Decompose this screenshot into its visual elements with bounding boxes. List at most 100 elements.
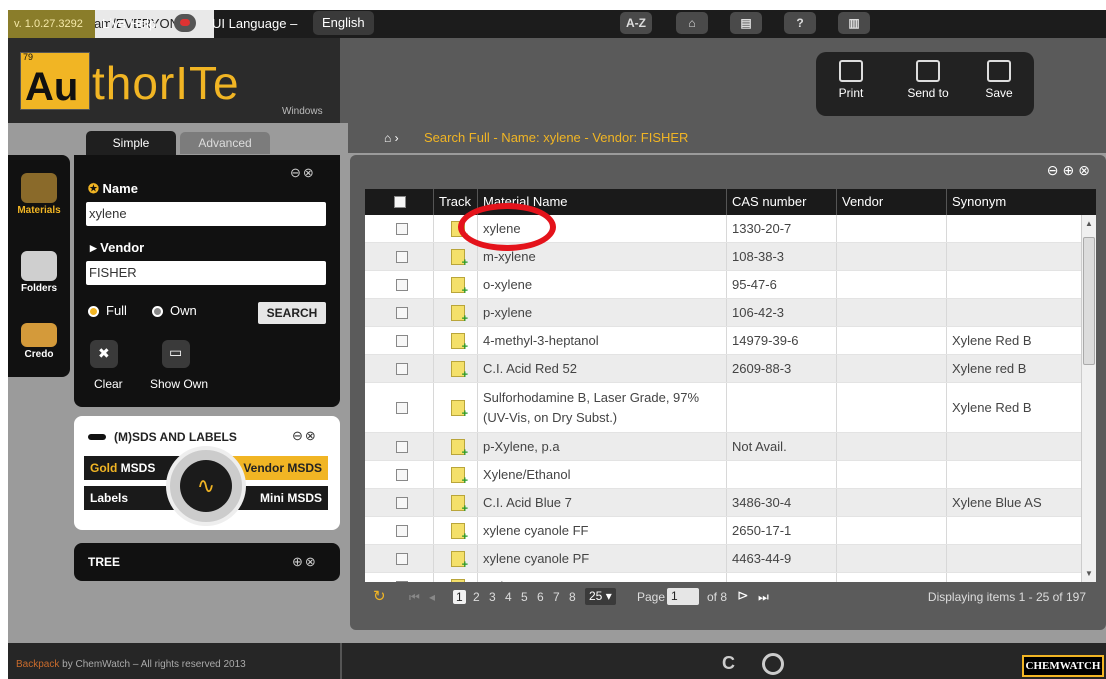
table-row[interactable]: Xylene/Ethanol: [365, 461, 1081, 489]
track-icon[interactable]: [451, 332, 468, 353]
collapse-icon[interactable]: [88, 434, 106, 440]
track-icon[interactable]: [451, 304, 468, 325]
row-checkbox[interactable]: [395, 552, 408, 565]
notes-icon[interactable]: ▤: [730, 12, 762, 34]
track-icon[interactable]: [451, 276, 468, 297]
row-checkbox[interactable]: [395, 222, 408, 235]
tab-advanced[interactable]: Advanced: [180, 132, 270, 154]
search-button[interactable]: SEARCH: [258, 302, 326, 324]
page-size-select[interactable]: 25 ▾: [585, 588, 616, 605]
row-checkbox[interactable]: [395, 524, 408, 537]
radio-own[interactable]: [152, 306, 163, 317]
table-row[interactable]: o-xylene 95-47-6: [365, 271, 1081, 299]
tab-simple[interactable]: Simple: [86, 131, 176, 155]
page-link[interactable]: 5: [521, 590, 528, 604]
scroll-thumb[interactable]: [1083, 237, 1095, 365]
sidebar-item-materials[interactable]: Materials: [8, 173, 70, 216]
next-page-icon[interactable]: ⊳: [737, 587, 749, 604]
show-own-label[interactable]: Show Own: [150, 377, 208, 391]
scroll-down-icon[interactable]: ▼: [1085, 569, 1093, 578]
sidebar-item-credo[interactable]: Credo: [8, 323, 70, 360]
row-checkbox[interactable]: [395, 362, 408, 375]
row-checkbox[interactable]: [395, 468, 408, 481]
table-row[interactable]: xylene cyanole FF 2650-17-1: [365, 517, 1081, 545]
table-row[interactable]: Sulforhodamine B, Laser Grade, 97% (UV-V…: [365, 383, 1081, 433]
tree-panel-controls[interactable]: ⊕⊗: [292, 554, 318, 570]
table-row[interactable]: 4-methyl-3-heptanol 14979-39-6 Xylene Red …: [365, 327, 1081, 355]
table-row[interactable]: C.I. Acid Blue 7 3486-30-4 Xylene Blue AS: [365, 489, 1081, 517]
vertical-scrollbar[interactable]: ▲ ▼: [1081, 215, 1096, 582]
first-page-icon[interactable]: ⏮: [409, 590, 420, 605]
row-checkbox[interactable]: [395, 496, 408, 509]
vendor-input[interactable]: FISHER: [86, 261, 326, 285]
page-link[interactable]: 6: [537, 590, 544, 604]
table-row[interactable]: m-xylene 108-38-3: [365, 243, 1081, 271]
cell-material-name[interactable]: C.I. Acid Red 52: [477, 355, 726, 382]
msds-panel-controls[interactable]: ⊖⊗: [292, 428, 318, 444]
page-input[interactable]: 1: [667, 588, 699, 605]
cell-material-name[interactable]: Xylene/Ethanol: [477, 461, 726, 488]
cell-material-name[interactable]: p-Xylene, p.a: [477, 433, 726, 460]
page-link[interactable]: 7: [553, 590, 560, 604]
row-checkbox[interactable]: [395, 278, 408, 291]
cell-material-name[interactable]: xylene cyanole PF: [477, 545, 726, 572]
clear-label[interactable]: Clear: [94, 377, 123, 391]
row-checkbox[interactable]: [395, 401, 408, 414]
grid-panel-controls[interactable]: ⊖⊕⊗: [1047, 162, 1094, 179]
book-icon[interactable]: ▥: [838, 12, 870, 34]
track-icon[interactable]: [451, 522, 468, 543]
row-checkbox[interactable]: [395, 334, 408, 347]
radio-full[interactable]: [88, 306, 99, 317]
scroll-up-icon[interactable]: ▲: [1085, 219, 1093, 228]
show-own-icon[interactable]: ▭: [162, 340, 190, 368]
track-icon[interactable]: [451, 360, 468, 381]
language-select[interactable]: English: [313, 11, 374, 35]
home-icon[interactable]: ⌂ ›: [384, 131, 399, 145]
track-icon[interactable]: [451, 494, 468, 515]
row-checkbox[interactable]: [395, 250, 408, 263]
track-icon[interactable]: [451, 438, 468, 459]
name-input[interactable]: xylene: [86, 202, 326, 226]
help-icon[interactable]: ?: [784, 12, 816, 34]
cell-material-name[interactable]: C.I. Acid Blue 7: [477, 489, 726, 516]
select-all-checkbox[interactable]: [394, 196, 406, 208]
page-link[interactable]: 1: [453, 590, 466, 604]
last-page-icon[interactable]: ⏭: [758, 590, 769, 605]
column-header-synonym[interactable]: Synonym: [946, 189, 1096, 215]
page-link[interactable]: 3: [489, 590, 496, 604]
column-header-vendor[interactable]: Vendor: [836, 189, 946, 215]
chat-icon[interactable]: [174, 14, 196, 32]
track-icon[interactable]: [451, 248, 468, 269]
live-help-link[interactable]: Live Help: [102, 10, 156, 38]
row-checkbox[interactable]: [395, 440, 408, 453]
track-icon[interactable]: [451, 550, 468, 571]
page-link[interactable]: 2: [473, 590, 480, 604]
table-row[interactable]: p-Xylene, p.a Not Avail.: [365, 433, 1081, 461]
page-link[interactable]: 8: [569, 590, 576, 604]
clear-icon[interactable]: ✖: [90, 340, 118, 368]
cell-material-name[interactable]: 4-methyl-3-heptanol: [477, 327, 726, 354]
cell-material-name[interactable]: p-xylene: [477, 299, 726, 326]
row-checkbox[interactable]: [395, 306, 408, 319]
page-link[interactable]: 4: [505, 590, 512, 604]
cell-material-name[interactable]: ...ylene...t 10: [477, 573, 726, 582]
msds-dial[interactable]: ∿: [166, 446, 246, 526]
table-row[interactable]: ...ylene...t 10...4051-30-1: [365, 573, 1081, 582]
table-row[interactable]: C.I. Acid Red 52 2609-88-3 Xylene red B: [365, 355, 1081, 383]
prev-page-icon[interactable]: ◂: [429, 590, 435, 604]
panel-controls[interactable]: ⊖⊗: [290, 165, 316, 181]
table-row[interactable]: xylene cyanole PF 4463-44-9: [365, 545, 1081, 573]
refresh-icon[interactable]: ↻: [373, 587, 386, 605]
cell-material-name[interactable]: xylene cyanole FF: [477, 517, 726, 544]
cell-material-name[interactable]: o-xylene: [477, 271, 726, 298]
column-header-cas-number[interactable]: CAS number: [726, 189, 836, 215]
sidebar-item-folders[interactable]: Folders: [8, 251, 70, 294]
track-icon[interactable]: [451, 399, 468, 420]
print-button[interactable]: Print: [826, 60, 876, 100]
az-index-icon[interactable]: A-Z: [620, 12, 652, 34]
track-icon[interactable]: [451, 466, 468, 487]
send-to-button[interactable]: Send to: [900, 60, 956, 100]
library-icon[interactable]: ⌂: [676, 12, 708, 34]
save-button[interactable]: Save: [974, 60, 1024, 100]
table-row[interactable]: p-xylene 106-42-3: [365, 299, 1081, 327]
